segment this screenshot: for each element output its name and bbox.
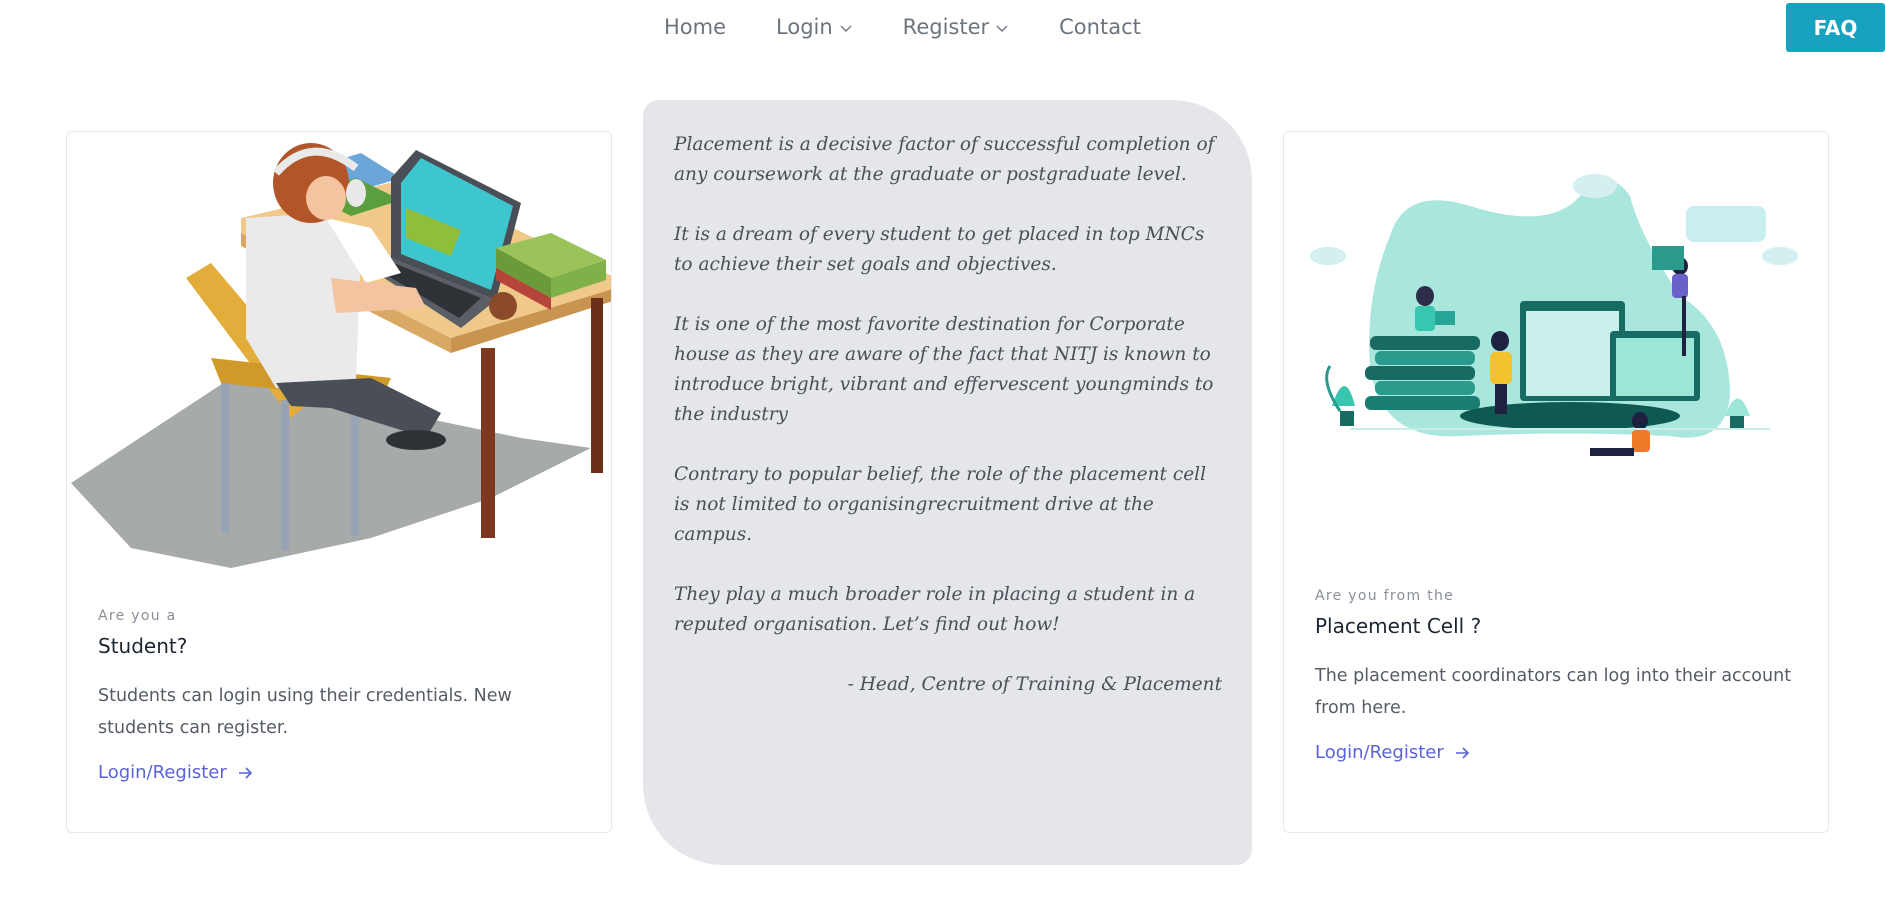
student-card-description: Students can login using their credentia… [98, 686, 512, 738]
faq-button[interactable]: FAQ [1786, 3, 1885, 52]
quote-paragraph: Contrary to popular belief, the role of … [674, 464, 1206, 545]
quote-paragraph: It is a dream of every student to get pl… [674, 224, 1205, 275]
quote-paragraph: They play a much broader role in placing… [674, 584, 1196, 635]
nav-links: Home Login Register Contact [664, 12, 1141, 42]
student-card-body: Are you a Student? Students can login us… [98, 608, 580, 783]
nav-contact-label: Contact [1059, 15, 1141, 39]
nav-contact-link[interactable]: Contact [1059, 12, 1141, 42]
placement-cell-card-title: Placement Cell ? [1315, 614, 1482, 638]
student-link-label: Login/Register [98, 762, 227, 783]
student-eyebrow: Are you a [98, 608, 177, 624]
placement-cell-card-body: Are you from the Placement Cell ? The pl… [1315, 588, 1797, 763]
quote-paragraph: It is one of the most favorite destinati… [674, 314, 1214, 425]
placement-cell-card: Are you from the Placement Cell ? The pl… [1283, 131, 1829, 833]
nav-register-label: Register [902, 15, 990, 39]
quote-signature: - Head, Centre of Training & Placement [847, 674, 1222, 695]
student-card-title: Student? [98, 634, 188, 658]
arrow-right-icon [1455, 746, 1469, 759]
placement-cell-card-description: The placement coordinators can log into … [1315, 666, 1792, 718]
team-collaboration-illustration [1310, 174, 1798, 456]
arrow-right-icon [238, 766, 252, 779]
student-at-laptop-illustration [71, 143, 611, 568]
top-navbar: Home Login Register Contact FAQ [0, 0, 1885, 56]
nav-login-dropdown[interactable]: Login [776, 12, 853, 42]
quote-paragraph: Placement is a decisive factor of succes… [674, 134, 1215, 185]
nav-login-label: Login [776, 15, 833, 39]
chevron-down-icon [840, 25, 852, 32]
chevron-down-icon [996, 25, 1008, 32]
nav-register-dropdown[interactable]: Register [903, 12, 1009, 42]
nav-home-link[interactable]: Home [664, 12, 726, 42]
placement-cell-login-register-link[interactable]: Login/Register [1315, 742, 1470, 763]
student-login-register-link[interactable]: Login/Register [98, 762, 253, 783]
student-card: Are you a Student? Students can login us… [66, 131, 612, 833]
placement-cell-link-label: Login/Register [1315, 742, 1444, 763]
placement-quote-panel: Placement is a decisive factor of succes… [643, 100, 1252, 865]
placement-cell-eyebrow: Are you from the [1315, 588, 1455, 604]
nav-home-label: Home [664, 15, 727, 39]
